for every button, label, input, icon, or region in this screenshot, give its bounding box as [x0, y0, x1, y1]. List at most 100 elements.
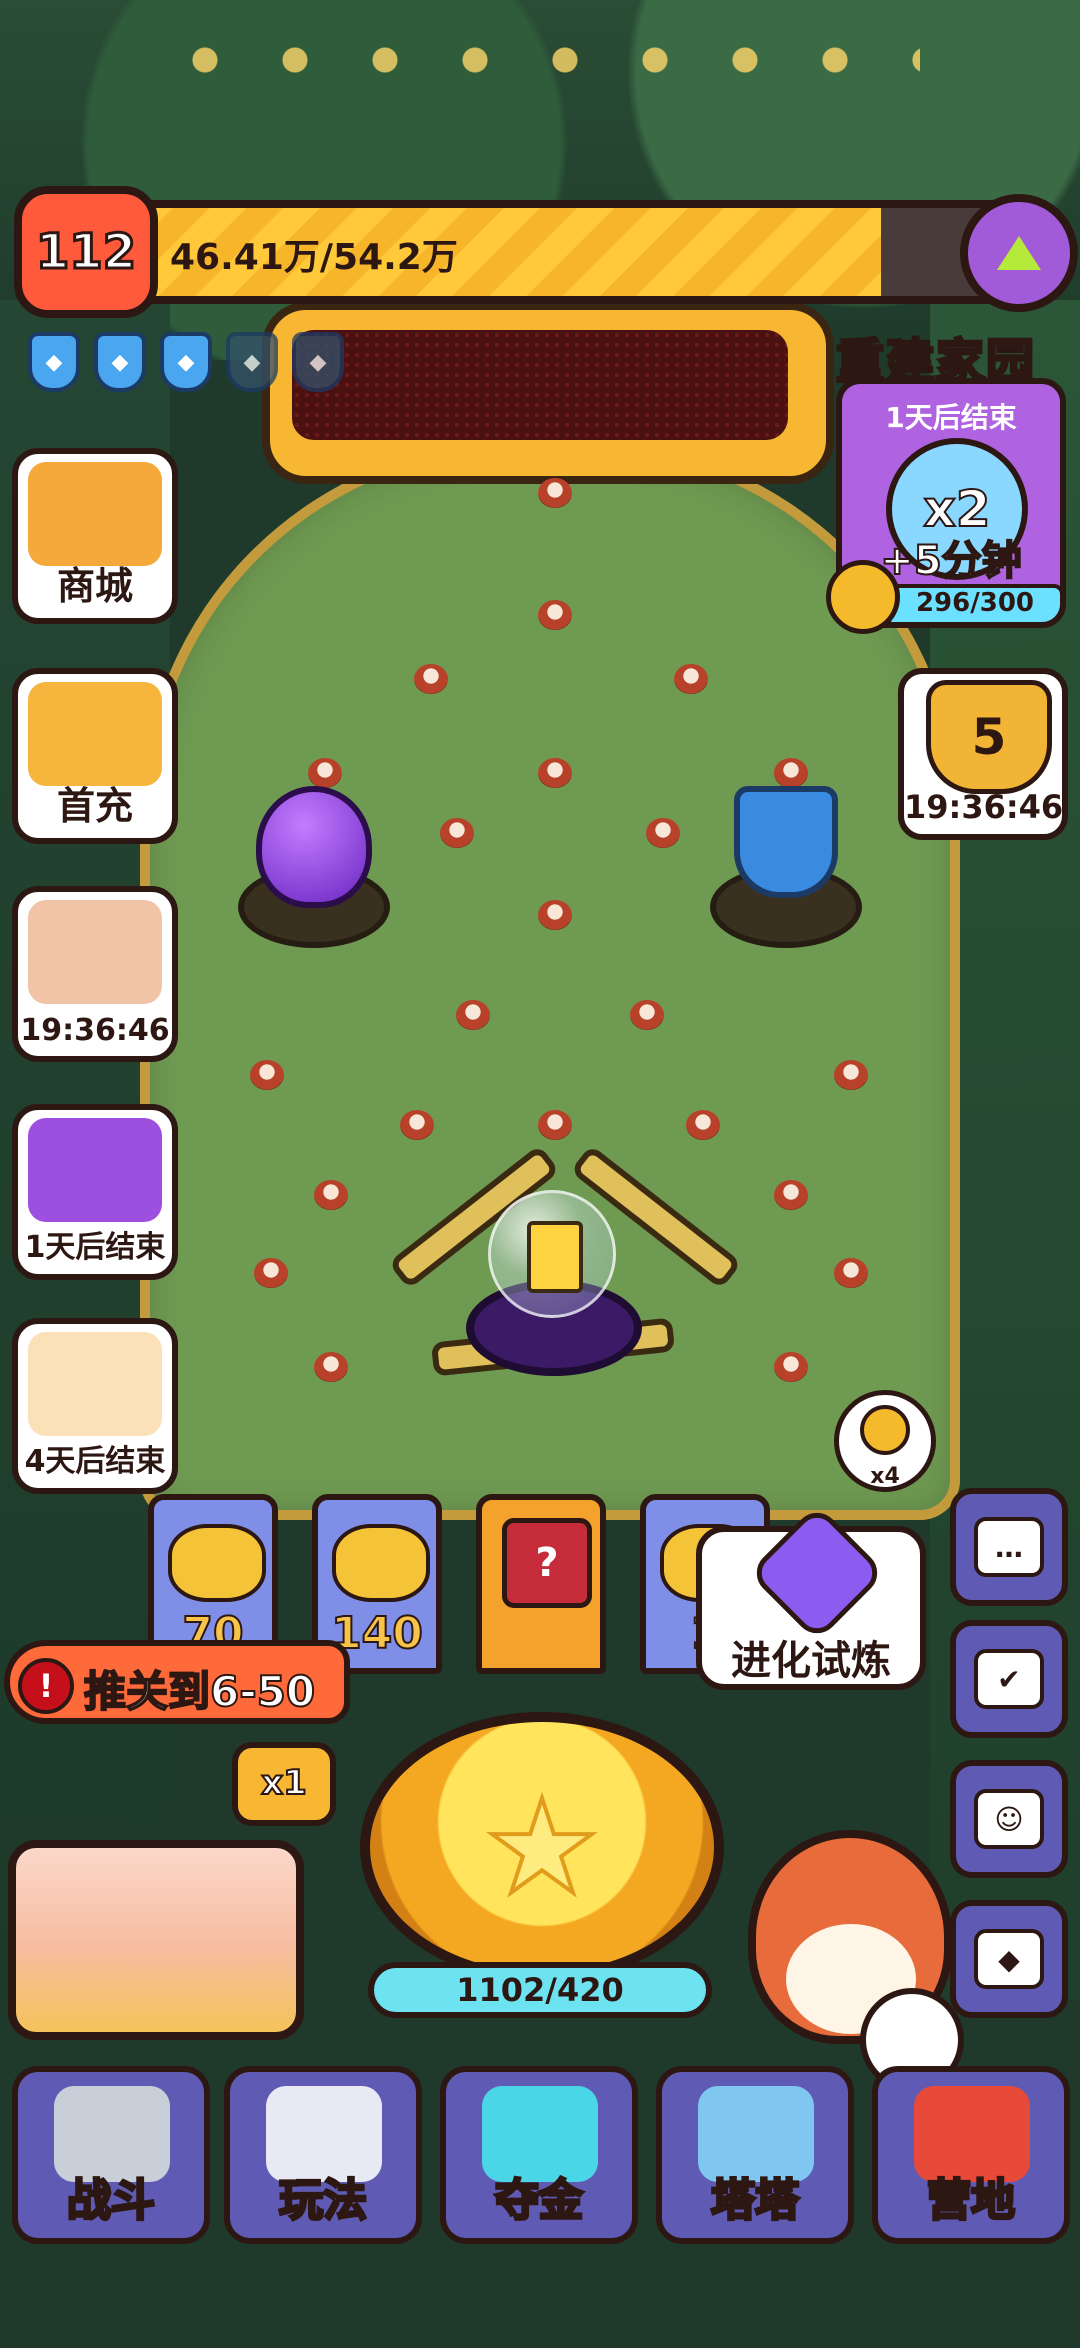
cat-badge-icon: ◆ — [974, 1929, 1044, 1989]
calendar-icon — [28, 1332, 162, 1436]
reward-slot: ? — [476, 1494, 606, 1674]
shield-bumper — [710, 786, 862, 948]
peg — [774, 758, 808, 788]
peg — [538, 758, 572, 788]
peg — [774, 1180, 808, 1210]
peg — [250, 1060, 284, 1090]
evolution-trial-button[interactable]: 进化试炼 — [696, 1503, 926, 1690]
green-up-arrow-icon — [997, 236, 1041, 270]
peg — [674, 664, 708, 694]
peg — [630, 1000, 664, 1030]
nav-play-button[interactable]: 玩法 — [224, 2066, 422, 2244]
basket-icon — [28, 462, 162, 566]
screw-coin-icon — [860, 1405, 910, 1455]
peg — [774, 1352, 808, 1382]
menu-first-charge-button[interactable]: 首充 — [12, 668, 178, 844]
marquee-screen — [292, 330, 788, 440]
shield-icon: ◆ — [292, 332, 344, 392]
peg — [686, 1110, 720, 1140]
peg — [538, 1110, 572, 1140]
menu-label: 首充 — [56, 784, 133, 828]
peg — [834, 1060, 868, 1090]
clipboard-check-icon: ✔ — [974, 1649, 1044, 1709]
peg — [414, 664, 448, 694]
menu-event-timer-button[interactable]: 19:36:46 — [12, 886, 178, 1062]
event-ends: 1天后结束 — [885, 401, 1017, 434]
level-number: 112 — [34, 223, 137, 282]
shield-icon: ◆ — [28, 332, 80, 392]
spin-button[interactable]: ★ — [360, 1712, 724, 1982]
peg — [254, 1258, 288, 1288]
peg — [400, 1110, 434, 1140]
menu-label: 商城 — [56, 564, 133, 608]
friends-icon: ☺ — [974, 1789, 1044, 1849]
shield-icon — [734, 786, 838, 898]
nav-label: 塔塔 — [710, 2174, 801, 2228]
tasks-button[interactable]: ✔ — [950, 1620, 1068, 1738]
menu-label: 4天后结束 — [24, 1444, 166, 1479]
peg — [646, 818, 680, 848]
shield-icon: ◆ — [94, 332, 146, 392]
egg-bumper — [238, 786, 390, 948]
friends-button[interactable]: ☺ — [950, 1760, 1068, 1878]
star-icon: ★ — [482, 1771, 603, 1923]
stage-push-banner[interactable]: ! 推关到6-50 — [4, 1640, 350, 1724]
trophy-button[interactable]: 5 19:36:46 — [898, 668, 1068, 840]
gift-card-icon — [527, 1221, 583, 1293]
spin-counter: 1102/420 — [368, 1962, 712, 2018]
menu-label: 1天后结束 — [24, 1230, 166, 1265]
hint-bubble[interactable]: x4 — [834, 1390, 936, 1492]
peg — [314, 1352, 348, 1382]
peg — [538, 600, 572, 630]
menu-wheel-event-button[interactable]: 1天后结束 — [12, 1104, 178, 1280]
peg — [538, 478, 572, 508]
nav-gold-button[interactable]: 夺金 — [440, 2066, 638, 2244]
level-badge[interactable]: 112 — [14, 186, 158, 318]
peg — [308, 758, 342, 788]
coin-pile-icon — [332, 1524, 430, 1602]
menu-calendar-event-button[interactable]: 4天后结束 — [12, 1318, 178, 1494]
event-progress: 296/300 — [886, 584, 1060, 622]
shield-icon: ◆ — [160, 332, 212, 392]
nav-tata-button[interactable]: 塔塔 — [656, 2066, 854, 2244]
shield-row: ◆ ◆ ◆ ◆ ◆ — [28, 332, 344, 392]
trophy-count: 5 — [971, 708, 1007, 766]
mystery-star-icon: ? — [502, 1518, 592, 1608]
xp-bar: 46.41万/54.2万 — [128, 200, 1014, 304]
evolution-trial-label: 进化试炼 — [731, 1638, 891, 1684]
upgrade-button[interactable] — [960, 194, 1078, 312]
nav-label: 营地 — [926, 2174, 1017, 2228]
peg — [456, 1000, 490, 1030]
peg — [440, 818, 474, 848]
nav-battle-button[interactable]: 战斗 — [12, 2066, 210, 2244]
stage-push-label: 推关到6-50 — [83, 1666, 316, 1717]
nav-label: 玩法 — [278, 2174, 369, 2228]
trophy-timer: 19:36:46 — [904, 788, 1064, 826]
coin-pile-icon — [168, 1524, 266, 1602]
wheel-icon — [28, 1118, 162, 1222]
warning-icon: ! — [18, 1658, 74, 1714]
xp-text: 46.41万/54.2万 — [170, 237, 458, 278]
menu-label: 19:36:46 — [20, 1013, 170, 1048]
chat-button[interactable]: … — [950, 1488, 1068, 1606]
phoenix-icon — [28, 900, 162, 1004]
marquee-board — [262, 302, 834, 484]
menu-shop-button[interactable]: 商城 — [12, 448, 178, 624]
evolve-button[interactable]: ◆ — [950, 1900, 1068, 2018]
peg — [538, 900, 572, 930]
peg — [834, 1258, 868, 1288]
nav-label: 夺金 — [494, 2174, 585, 2228]
nav-label: 战斗 — [66, 2174, 157, 2228]
trophy-icon: 5 — [926, 680, 1052, 794]
dog-hero-icon — [28, 682, 162, 786]
hint-count: x4 — [870, 1464, 900, 1489]
nav-camp-button[interactable]: 营地 — [872, 2066, 1070, 2244]
egg-orb-icon — [256, 786, 372, 908]
peg — [314, 1180, 348, 1210]
mini-game-preview[interactable] — [8, 1840, 304, 2040]
screw-icon — [826, 560, 900, 634]
string-lights — [160, 0, 920, 80]
shield-icon: ◆ — [226, 332, 278, 392]
ball-bubble — [488, 1190, 616, 1318]
multiplier-button[interactable]: x1 — [232, 1742, 336, 1826]
